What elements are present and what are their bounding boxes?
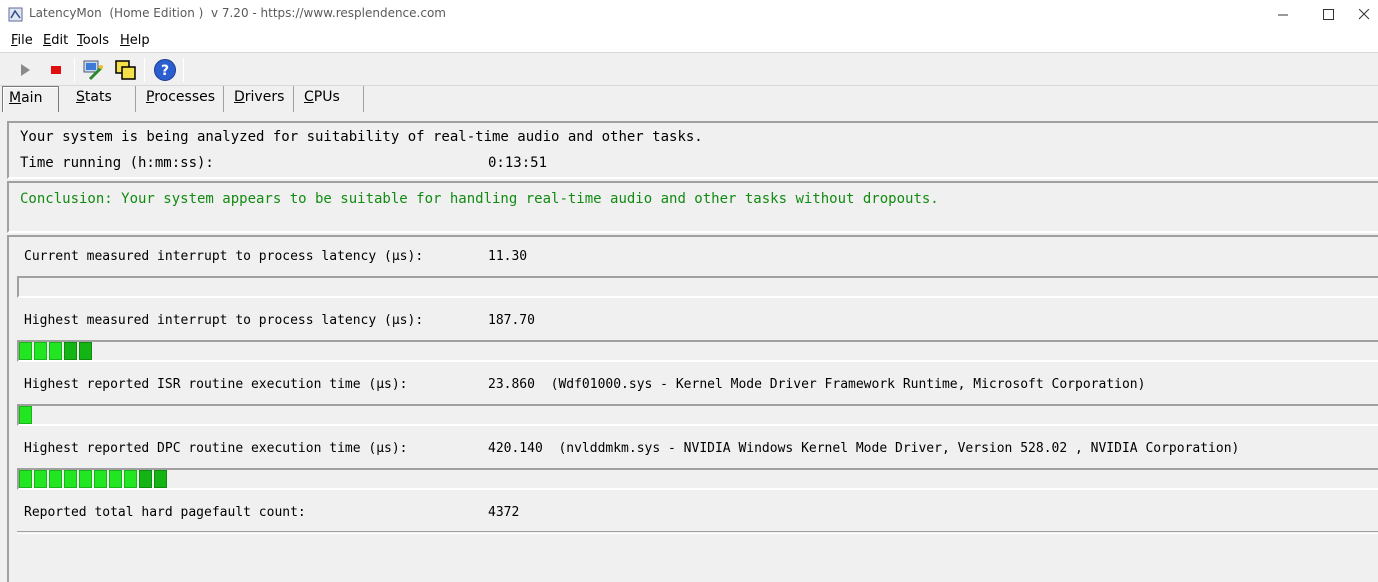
app-icon xyxy=(8,7,23,22)
play-icon xyxy=(21,64,30,76)
bar-segment xyxy=(34,470,47,488)
time-running-label: Time running (h:mm:ss): xyxy=(20,155,214,171)
bar-segment xyxy=(49,342,62,360)
toolbar: ? xyxy=(0,54,1378,86)
menu-file[interactable]: File xyxy=(11,33,33,48)
toolbar-separator xyxy=(144,58,145,82)
bar-segment xyxy=(79,342,92,360)
bar-segment xyxy=(19,342,32,360)
menu-edit[interactable]: Edit xyxy=(43,33,68,48)
toolbar-separator xyxy=(183,58,184,82)
bar-segment xyxy=(19,470,32,488)
menu-help[interactable]: Help xyxy=(120,33,150,48)
dpc-time-bar xyxy=(17,468,1378,490)
conclusion-text: Conclusion: Your system appears to be su… xyxy=(20,191,939,207)
bar-segment xyxy=(94,470,107,488)
help-icon: ? xyxy=(154,59,176,81)
title-bar: LatencyMon (Home Edition ) v 7.20 - http… xyxy=(0,0,1378,29)
stop-icon xyxy=(51,66,61,74)
bar-segment xyxy=(154,470,167,488)
bar-segment xyxy=(19,406,32,424)
start-button[interactable] xyxy=(13,58,37,82)
bar-segment xyxy=(139,470,152,488)
stop-button[interactable] xyxy=(44,58,68,82)
close-icon xyxy=(1359,9,1370,20)
current-latency-label: Current measured interrupt to process la… xyxy=(24,249,424,264)
pagefault-divider xyxy=(17,531,1378,534)
tab-bar: Main Stats Processes Drivers CPUs xyxy=(0,86,1378,112)
menu-tools[interactable]: Tools xyxy=(77,33,109,48)
isr-time-value: 23.860 (Wdf01000.sys - Kernel Mode Drive… xyxy=(488,377,1146,392)
tab-stats[interactable]: Stats xyxy=(65,86,136,112)
bar-segment xyxy=(49,470,62,488)
window-title: LatencyMon (Home Edition ) v 7.20 - http… xyxy=(29,6,446,20)
metrics-panel: Current measured interrupt to process la… xyxy=(7,235,1378,582)
bar-segment xyxy=(34,342,47,360)
dpc-time-bar-fill xyxy=(19,470,169,488)
pagefault-value: 4372 xyxy=(488,505,520,520)
windows-icon xyxy=(115,60,136,80)
current-latency-value: 11.30 xyxy=(488,249,528,264)
wizard-button[interactable] xyxy=(81,58,105,82)
highest-latency-value: 187.70 xyxy=(488,313,535,328)
conclusion-panel: Conclusion: Your system appears to be su… xyxy=(7,181,1378,233)
tab-drivers[interactable]: Drivers xyxy=(224,86,294,112)
wizard-icon xyxy=(83,60,103,81)
tab-processes[interactable]: Processes xyxy=(136,86,224,112)
bar-segment xyxy=(124,470,137,488)
menu-bar: File Edit Tools Help xyxy=(0,29,1378,53)
help-button[interactable]: ? xyxy=(153,58,177,82)
windows-button[interactable] xyxy=(114,58,138,82)
bar-segment xyxy=(64,342,77,360)
isr-time-bar-fill xyxy=(19,406,34,424)
isr-time-label: Highest reported ISR routine execution t… xyxy=(24,377,408,392)
analysis-message: Your system is being analyzed for suitab… xyxy=(20,129,703,145)
bar-segment xyxy=(109,470,122,488)
highest-latency-label: Highest measured interrupt to process la… xyxy=(24,313,424,328)
tab-main[interactable]: Main xyxy=(2,86,59,112)
analysis-panel: Your system is being analyzed for suitab… xyxy=(7,121,1378,179)
highest-latency-bar xyxy=(17,340,1378,362)
time-running-value: 0:13:51 xyxy=(488,155,548,171)
svg-text:?: ? xyxy=(161,63,169,79)
bar-segment xyxy=(79,470,92,488)
maximize-icon xyxy=(1322,9,1334,20)
minimize-button[interactable] xyxy=(1260,0,1306,29)
bar-segment xyxy=(64,470,77,488)
dpc-time-value: 420.140 (nvlddmkm.sys - NVIDIA Windows K… xyxy=(488,441,1240,456)
close-button[interactable] xyxy=(1351,0,1378,29)
dpc-time-label: Highest reported DPC routine execution t… xyxy=(24,441,408,456)
minimize-icon xyxy=(1277,14,1288,16)
isr-time-bar xyxy=(17,404,1378,426)
pagefault-label: Reported total hard pagefault count: xyxy=(24,505,306,520)
toolbar-separator xyxy=(74,58,75,82)
highest-latency-bar-fill xyxy=(19,342,94,360)
maximize-button[interactable] xyxy=(1305,0,1351,29)
current-latency-bar xyxy=(17,276,1378,298)
tab-cpus[interactable]: CPUs xyxy=(294,86,364,112)
